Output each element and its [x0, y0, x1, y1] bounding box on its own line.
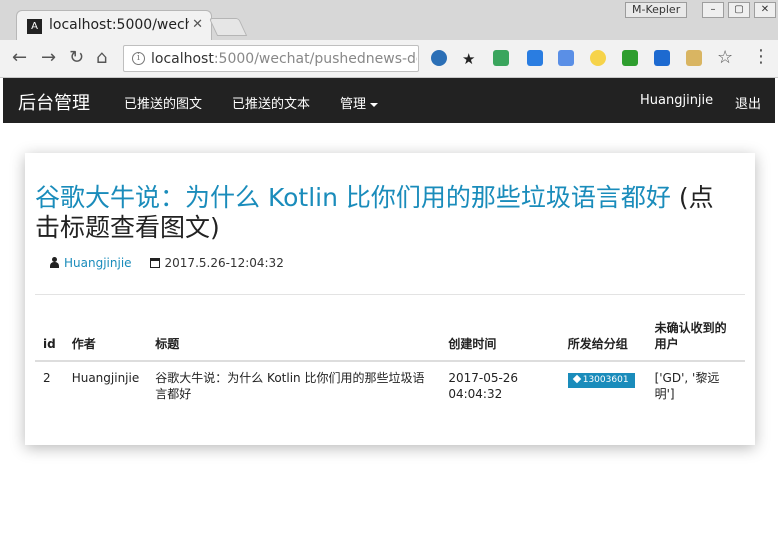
new-tab-button[interactable]	[208, 18, 248, 36]
extension-icon[interactable]	[431, 50, 447, 66]
cell-id: 2	[43, 371, 51, 385]
author-link[interactable]: Huangjinjie	[64, 256, 132, 270]
nav-logout[interactable]: 退出	[735, 93, 761, 112]
browser-titlebar: A localhost:5000/wechat ✕ M-Kepler – ▢ ✕	[0, 0, 778, 41]
profile-badge[interactable]: M-Kepler	[625, 2, 688, 18]
back-icon[interactable]: ←	[12, 49, 27, 67]
cell-author: Huangjinjie	[71, 371, 140, 385]
col-author: 作者	[63, 320, 148, 362]
translate-icon[interactable]	[558, 50, 574, 66]
col-created: 创建时间	[440, 320, 560, 362]
user-icon	[49, 257, 60, 268]
maximize-icon[interactable]: ▢	[728, 2, 750, 18]
extension-icon[interactable]	[493, 50, 509, 66]
extension-icon[interactable]	[527, 50, 543, 66]
menu-icon[interactable]: ⋮	[752, 48, 770, 66]
brand[interactable]: 后台管理	[18, 89, 90, 115]
address-bar[interactable]: i localhost:5000/wechat/pushednews-detai	[123, 45, 419, 72]
article-date: 2017.5.26-12:04:32	[164, 256, 284, 270]
calendar-icon	[149, 258, 160, 268]
nav-manage[interactable]: 管理	[340, 93, 379, 112]
url-path: :5000/wechat/pushednews-detai	[213, 51, 417, 67]
reload-icon[interactable]: ↻	[69, 49, 84, 67]
article-meta: Huangjinjie 2017.5.26-12:04:32	[49, 256, 284, 270]
group-badge-label: 13003601	[582, 375, 629, 385]
extension-icon[interactable]	[622, 50, 638, 66]
group-badge: 13003601	[567, 373, 635, 388]
cell-created: 2017-05-26 04:04:32	[448, 371, 519, 401]
tab-title: localhost:5000/wechat	[49, 17, 189, 33]
forward-icon[interactable]: →	[41, 49, 56, 67]
cell-unconfirmed: ['GD', '黎远明']	[654, 371, 720, 401]
nav-manage-label: 管理	[340, 97, 367, 112]
cell-group: 13003601	[560, 361, 647, 410]
cell-title: 谷歌大牛说：为什么 Kotlin 比你们用的那些垃圾语言都好	[155, 371, 425, 401]
nav-pushed-text[interactable]: 已推送的文本	[232, 93, 310, 112]
address-url: localhost:5000/wechat/pushednews-detai	[151, 51, 417, 67]
table-row: 2 Huangjinjie 谷歌大牛说：为什么 Kotlin 比你们用的那些垃圾…	[35, 361, 745, 410]
table-header-row: id 作者 标题 创建时间 所发给分组 未确认收到的用户	[35, 320, 745, 362]
nav-pushed-news[interactable]: 已推送的图文	[124, 93, 202, 112]
extension-icon[interactable]	[590, 50, 606, 66]
tab-favicon-icon: A	[27, 19, 42, 34]
col-group: 所发给分组	[559, 320, 647, 362]
extension-icon[interactable]	[654, 50, 670, 66]
chevron-down-icon	[370, 102, 379, 107]
col-title: 标题	[147, 320, 441, 362]
window-close-icon[interactable]: ✕	[754, 2, 776, 18]
url-host: localhost	[151, 51, 214, 67]
extension-icon[interactable]	[686, 50, 702, 66]
nav-user[interactable]: Huangjinjie	[640, 93, 713, 108]
browser-toolbar: ← → ↻ ⌂ i localhost:5000/wechat/pushedne…	[0, 40, 778, 78]
info-icon[interactable]: i	[132, 52, 145, 65]
tag-icon	[572, 374, 581, 384]
col-unconfirmed: 未确认收到的用户	[646, 320, 745, 362]
details-table: id 作者 标题 创建时间 所发给分组 未确认收到的用户 2 Huangjinj…	[35, 320, 745, 410]
minimize-icon[interactable]: –	[702, 2, 724, 18]
close-tab-icon[interactable]: ✕	[192, 17, 203, 32]
site-navbar: 后台管理 已推送的图文 已推送的文本 管理 Huangjinjie 退出	[3, 78, 775, 123]
article-card: 谷歌大牛说：为什么 Kotlin 比你们用的那些垃圾语言都好 (点击标题查看图文…	[25, 153, 755, 445]
page-title: 谷歌大牛说：为什么 Kotlin 比你们用的那些垃圾语言都好 (点击标题查看图文…	[35, 183, 735, 243]
home-icon[interactable]: ⌂	[96, 49, 107, 67]
browser-tab[interactable]: A localhost:5000/wechat ✕	[16, 10, 212, 41]
col-id: id	[35, 320, 64, 362]
star-icon[interactable]: ☆	[717, 49, 733, 67]
article-title-link[interactable]: 谷歌大牛说：为什么 Kotlin 比你们用的那些垃圾语言都好	[35, 183, 671, 212]
bookmark-extension-icon[interactable]: ★	[462, 50, 475, 68]
divider	[35, 294, 745, 295]
